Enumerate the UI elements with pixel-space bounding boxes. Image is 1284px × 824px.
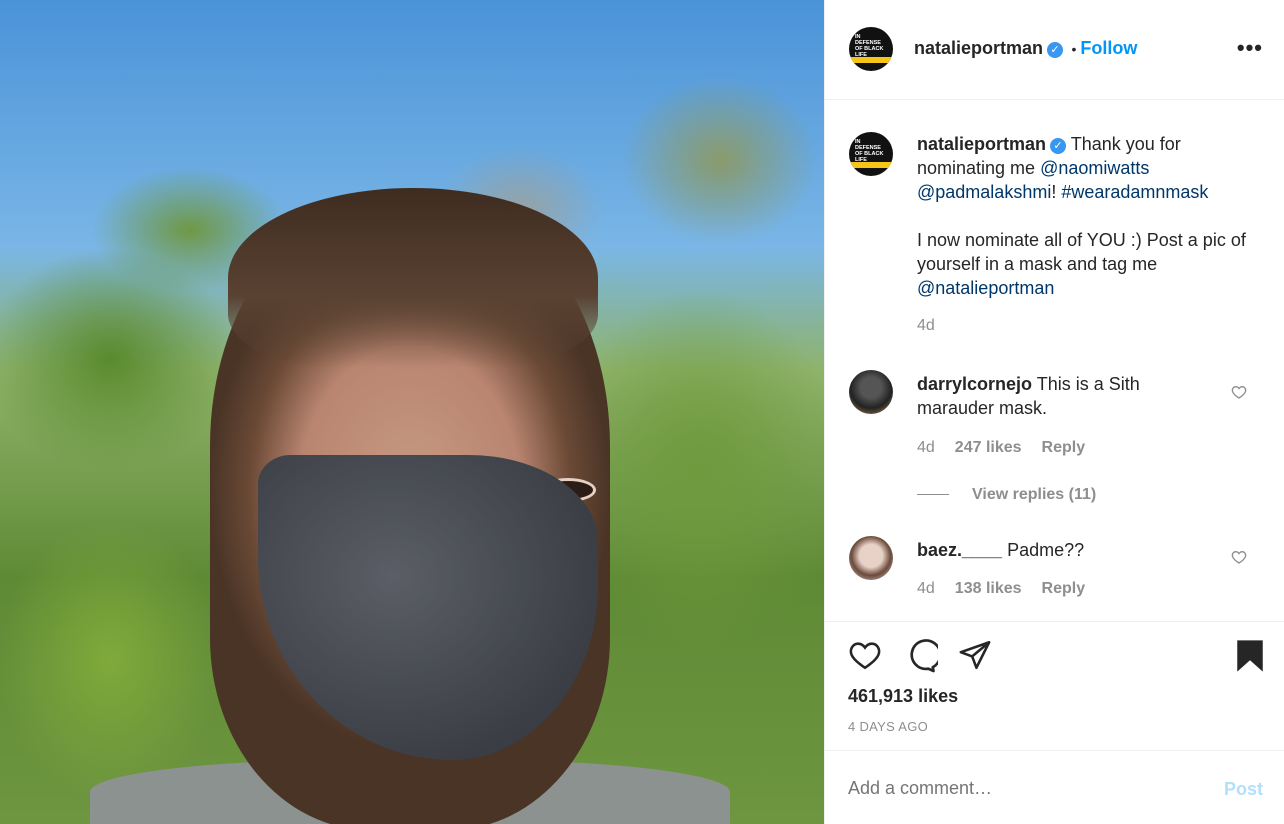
comment-like-heart-icon[interactable] <box>1231 549 1247 565</box>
follow-button[interactable]: Follow <box>1080 38 1137 58</box>
replies-divider <box>917 494 949 495</box>
author-username[interactable]: natalieportman <box>914 38 1043 58</box>
author-avatar[interactable]: IN DEFENSE OF BLACK LIFE <box>849 27 893 71</box>
avatar-stripe <box>849 57 893 63</box>
post-photo[interactable] <box>0 0 824 824</box>
add-comment-input[interactable] <box>848 778 1188 799</box>
post-side-panel: IN DEFENSE OF BLACK LIFE natalieportman ✓… <box>824 0 1284 824</box>
post-header: IN DEFENSE OF BLACK LIFE natalieportman ✓… <box>825 0 1284 100</box>
comment-avatar[interactable] <box>849 370 893 414</box>
view-replies-button[interactable]: View replies (11) <box>972 486 1096 504</box>
comment-username[interactable]: baez.____ <box>917 540 1002 560</box>
comment-likes[interactable]: 138 likes <box>955 580 1022 597</box>
mention-padmalakshmi[interactable]: @padmalakshmi <box>917 182 1051 202</box>
comment-avatar[interactable] <box>849 536 893 580</box>
post-timestamp[interactable]: 4 DAYS AGO <box>848 719 928 734</box>
like-heart-icon[interactable] <box>847 638 883 672</box>
header-user-line: natalieportman ✓ • Follow <box>914 38 1137 59</box>
comment-like-heart-icon[interactable] <box>1231 384 1247 400</box>
comment-meta: 4d 138 likes Reply <box>917 580 1085 598</box>
comment-body: darrylcornejo This is a Sith marauder ma… <box>917 372 1217 420</box>
comment-reply-button[interactable]: Reply <box>1042 439 1086 456</box>
comment-username[interactable]: darrylcornejo <box>917 374 1032 394</box>
comment-icon[interactable] <box>902 638 938 674</box>
comment-text: Padme?? <box>1007 540 1085 560</box>
mention-natalieportman[interactable]: @natalieportman <box>917 278 1054 298</box>
mention-naomiwatts[interactable]: @naomiwatts <box>1040 158 1149 178</box>
comment-age[interactable]: 4d <box>917 439 935 456</box>
comment-age[interactable]: 4d <box>917 580 935 597</box>
separator-dot: • <box>1071 41 1077 57</box>
hashtag-link[interactable]: #wearadamnmask <box>1061 182 1208 202</box>
comment-meta: 4d 247 likes Reply <box>917 439 1085 457</box>
avatar-text: IN DEFENSE OF BLACK LIFE <box>855 34 884 58</box>
caption-age[interactable]: 4d <box>917 314 1257 338</box>
caption-username[interactable]: natalieportman <box>917 134 1046 154</box>
caption-text-3: I now nominate all of YOU :) Post a pic … <box>917 230 1246 274</box>
comment-likes[interactable]: 247 likes <box>955 439 1022 456</box>
post-comment-button[interactable]: Post <box>1224 779 1263 800</box>
post-caption: natalieportman ✓ Thank you for nominating… <box>917 132 1257 338</box>
verified-icon: ✓ <box>1047 42 1064 58</box>
photo-hair <box>228 188 598 368</box>
comment-reply-button[interactable]: Reply <box>1042 580 1086 597</box>
avatar-text: IN DEFENSE OF BLACK LIFE <box>855 139 884 163</box>
caption-text-2: ! <box>1051 182 1062 202</box>
caption-avatar[interactable]: IN DEFENSE OF BLACK LIFE <box>849 132 893 176</box>
verified-icon: ✓ <box>1050 138 1067 154</box>
likes-count[interactable]: 461,913 likes <box>848 686 958 707</box>
comment-body: baez.____ Padme?? <box>917 538 1217 562</box>
more-icon[interactable]: ••• <box>1237 35 1263 61</box>
avatar-stripe <box>849 162 893 168</box>
share-icon[interactable] <box>957 638 993 672</box>
bookmark-icon[interactable] <box>1233 638 1267 674</box>
